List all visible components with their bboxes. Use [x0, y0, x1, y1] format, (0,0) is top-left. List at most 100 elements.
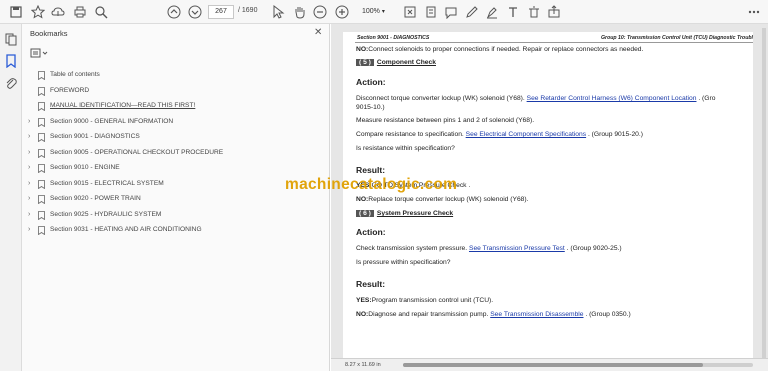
bookmark-item[interactable]: › Section 9010 - ENGINE: [22, 161, 330, 177]
bookmark-list: Table of contents FOREWORD MANUAL IDENTIFI…: [22, 68, 330, 239]
zoom-level-select[interactable]: 100% ▾: [356, 5, 390, 19]
step-5-number: ( 5 ): [356, 59, 374, 66]
left-rail: [0, 24, 22, 371]
bookmark-item[interactable]: › Section 9000 - GENERAL INFORMATION: [22, 115, 330, 131]
bookmark-item[interactable]: FOREWORD: [22, 84, 330, 100]
document-area[interactable]: Section 9001 - DIAGNOSTICS Group 10: Tra…: [331, 24, 768, 371]
scroll-mode-icon[interactable]: [423, 4, 439, 20]
bookmark-label: Section 9025 - HYDRAULIC SYSTEM: [50, 210, 162, 218]
page-down-icon[interactable]: [187, 4, 203, 20]
attachment-icon[interactable]: [4, 76, 18, 90]
share-icon[interactable]: [546, 4, 562, 20]
bookmark-icon: [38, 102, 45, 111]
bookmark-item[interactable]: › Section 9015 - ELECTRICAL SYSTEM: [22, 177, 330, 193]
bookmark-icon[interactable]: [4, 54, 18, 68]
bookmark-label: Section 9000 - GENERAL INFORMATION: [50, 117, 174, 125]
bookmark-item[interactable]: MANUAL IDENTIFICATION—READ THIS FIRST!: [22, 99, 330, 115]
bookmark-options-button[interactable]: [30, 48, 52, 60]
chevron-right-icon[interactable]: ›: [28, 149, 30, 156]
action-1-text-1b: . (Gro: [696, 95, 716, 102]
action-1-heading: Action:: [356, 77, 386, 87]
hand-tool-icon[interactable]: [292, 4, 308, 20]
action-1-text-3: Compare resistance to specification.: [356, 131, 466, 138]
action-2-text-1b: . (Group 9020-25.): [564, 245, 622, 252]
thumbnails-icon[interactable]: [4, 32, 18, 46]
save-icon[interactable]: [8, 4, 24, 20]
bookmark-item[interactable]: › Section 9031 - HEATING AND AIR CONDITIO…: [22, 223, 330, 239]
bookmark-item[interactable]: Table of contents: [22, 68, 330, 84]
scroll-thumb[interactable]: [403, 363, 703, 367]
page-up-icon[interactable]: [166, 4, 182, 20]
bookmark-label: Table of contents: [50, 71, 100, 78]
chevron-right-icon[interactable]: ›: [28, 133, 30, 140]
vertical-scrollbar[interactable]: [762, 28, 766, 358]
highlight-icon[interactable]: [484, 4, 500, 20]
action-1-line-1: Disconnect torque converter lockup (WK) …: [356, 95, 715, 102]
trash-icon[interactable]: [526, 4, 542, 20]
step-5-title: Component Check: [376, 59, 436, 66]
bookmark-label: Section 9010 - ENGINE: [50, 164, 120, 171]
bookmark-icon: [38, 71, 45, 80]
chevron-right-icon[interactable]: ›: [28, 118, 30, 125]
no-text: Connect solenoids to proper connections …: [368, 46, 644, 53]
close-icon[interactable]: ✕: [314, 27, 322, 38]
status-bar: 8.27 x 11.69 in: [331, 358, 768, 371]
header-section: Section 9001 - DIAGNOSTICS: [357, 35, 430, 41]
bookmark-item[interactable]: › Section 9020 - POWER TRAIN: [22, 192, 330, 208]
horizontal-scrollbar[interactable]: [403, 363, 753, 367]
bookmark-item[interactable]: › Section 9005 - OPERATIONAL CHECKOUT PRO…: [22, 146, 330, 162]
pen-icon[interactable]: [464, 4, 480, 20]
result-1-heading: Result:: [356, 165, 386, 175]
upload-cloud-icon[interactable]: [50, 4, 66, 20]
transmission-disassemble-link[interactable]: See Transmission Disassemble: [490, 311, 583, 318]
bookmark-item[interactable]: › Section 9001 - DIAGNOSTICS: [22, 130, 330, 146]
retarder-harness-link[interactable]: See Retarder Control Harness (W6) Compon…: [527, 95, 697, 102]
yes-label-2: YES:: [356, 297, 372, 304]
electrical-specs-link[interactable]: See Electrical Component Specifications: [466, 131, 586, 138]
chevron-down-icon: ▾: [381, 9, 385, 15]
bookmark-label: Section 9031 - HEATING AND AIR CONDITION…: [50, 226, 202, 233]
no-label-2: NO:: [356, 196, 369, 203]
action-1-text-3b: . (Group 9015-20.): [586, 131, 643, 138]
action-1-line-2: Measure resistance between pins 1 and 2 …: [356, 117, 535, 124]
star-icon[interactable]: [30, 4, 46, 20]
chevron-right-icon[interactable]: ›: [28, 180, 30, 187]
bookmark-label: Section 9020 - POWER TRAIN: [50, 195, 141, 202]
more-icon[interactable]: [746, 4, 762, 20]
fit-page-icon[interactable]: [402, 4, 418, 20]
action-1-line-3: Compare resistance to specification. See…: [356, 131, 643, 138]
bookmark-label: FOREWORD: [50, 86, 90, 94]
result-2-no-text: Diagnose and repair transmission pump.: [368, 311, 491, 318]
search-icon[interactable]: [93, 4, 109, 20]
text-icon[interactable]: [505, 4, 521, 20]
print-icon[interactable]: [72, 4, 88, 20]
chevron-right-icon[interactable]: ›: [28, 211, 30, 218]
chevron-right-icon[interactable]: ›: [28, 164, 30, 171]
bookmark-icon: [38, 117, 45, 127]
bookmark-icon: [38, 210, 45, 220]
page-number-input[interactable]: 267: [208, 5, 234, 19]
no-label: NO:: [356, 46, 369, 53]
bookmarks-panel: Bookmarks ✕ Table of contents FOREWORD MAN…: [22, 24, 330, 371]
no-label-3: NO:: [356, 311, 369, 318]
result-1-no-text: Replace torque converter lockup (WK) sol…: [368, 196, 529, 203]
bookmark-icon: [38, 133, 45, 142]
chevron-right-icon[interactable]: ›: [28, 195, 30, 202]
action-2-text-1: Check transmission system pressure.: [356, 245, 469, 252]
chevron-right-icon[interactable]: ›: [28, 226, 30, 233]
action-2-line-1: Check transmission system pressure. See …: [356, 245, 622, 252]
bookmark-item[interactable]: › Section 9025 - HYDRAULIC SYSTEM: [22, 208, 330, 224]
bookmark-label: Section 9001 - DIAGNOSTICS: [50, 133, 140, 140]
page-size: 8.27 x 11.69 in: [345, 362, 381, 368]
header-group: Group 10: Transmission Control Unit (TCU…: [601, 35, 753, 41]
result-2-no-text-b: . (Group 0350.): [583, 311, 631, 318]
zoom-in-icon[interactable]: [334, 4, 350, 20]
pressure-test-link[interactable]: See Transmission Pressure Test: [469, 245, 565, 252]
select-cursor-icon[interactable]: [270, 4, 286, 20]
comment-icon[interactable]: [443, 4, 459, 20]
result-1-no: NO:Replace torque converter lockup (WK) …: [356, 196, 528, 203]
zoom-out-icon[interactable]: [312, 4, 328, 20]
bookmark-label: MANUAL IDENTIFICATION—READ THIS FIRST!: [50, 102, 196, 109]
options-icon: [30, 48, 48, 58]
result-2-no: NO:Diagnose and repair transmission pump…: [356, 311, 631, 318]
